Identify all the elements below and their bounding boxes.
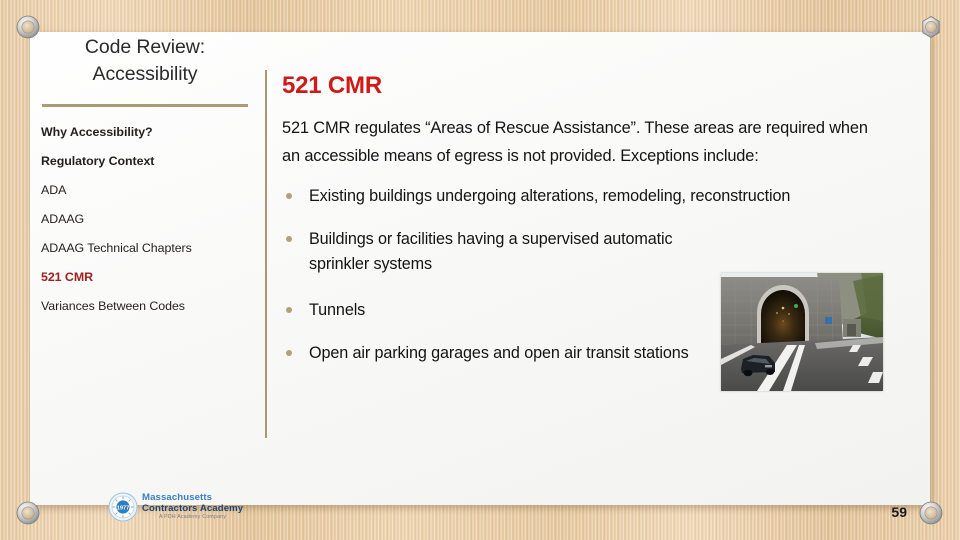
logo-mark-icon: 1977 [108, 492, 138, 522]
logo-line-2: Contractors Academy [142, 502, 244, 514]
sidebar: Code Review: Accessibility Why Accessibi… [34, 34, 256, 434]
sidebar-item-variances-between-codes[interactable]: Variances Between Codes [41, 299, 216, 314]
sidebar-item-adaag[interactable]: ADAAG [41, 212, 216, 227]
list-item-label: Existing buildings undergoing alteration… [309, 187, 791, 205]
list-item-label: Open air parking garages and open air tr… [309, 344, 689, 362]
bullet-dot-icon [286, 193, 292, 199]
sidebar-item-regulatory-context[interactable]: Regulatory Context [41, 154, 216, 169]
screw-icon-bottom-right [918, 500, 944, 526]
list-item: Existing buildings undergoing alteration… [282, 184, 837, 209]
sidebar-item-why-accessibility[interactable]: Why Accessibility? [41, 125, 216, 140]
screw-icon-top-right [918, 14, 944, 40]
page-title-line-2: Accessibility [92, 63, 198, 85]
tunnel-entrance-photo [721, 273, 883, 391]
content-divider [265, 70, 267, 438]
sidebar-divider [42, 104, 248, 107]
sidebar-item-521-cmr[interactable]: 521 CMR [41, 270, 216, 285]
screw-icon-bottom-left [15, 500, 41, 526]
logo-mark-year: 1977 [117, 505, 129, 511]
bullet-dot-icon [286, 307, 292, 313]
sidebar-nav: Why Accessibility? Regulatory Context AD… [34, 125, 256, 314]
bullet-dot-icon [286, 236, 292, 242]
logo-tagline: A PDH Academy Company [159, 514, 227, 521]
page-title-line-1: Code Review: [84, 36, 206, 58]
list-item-label: Buildings or facilities having a supervi… [309, 230, 673, 273]
sidebar-item-ada[interactable]: ADA [41, 183, 216, 198]
list-item: Buildings or facilities having a supervi… [282, 227, 722, 277]
logo: 1977 Massachusetts Contractors Academy A… [108, 490, 243, 524]
content-intro-paragraph: 521 CMR regulates “Areas of Rescue Assis… [282, 119, 868, 165]
page-title: Code Review: Accessibility [34, 34, 256, 88]
screw-icon-top-left [15, 14, 41, 40]
logo-line-1: Massachusetts [142, 492, 213, 504]
content-heading: 521 CMR [282, 72, 382, 99]
page-number: 59 [891, 504, 907, 520]
list-item-label: Tunnels [309, 301, 366, 319]
bullet-dot-icon [286, 350, 292, 356]
logo-text: Massachusetts Contractors Academy A PDH … [142, 493, 243, 520]
sidebar-item-adaag-technical-chapters[interactable]: ADAAG Technical Chapters [41, 241, 216, 256]
slide-background: Code Review: Accessibility Why Accessibi… [0, 0, 960, 540]
